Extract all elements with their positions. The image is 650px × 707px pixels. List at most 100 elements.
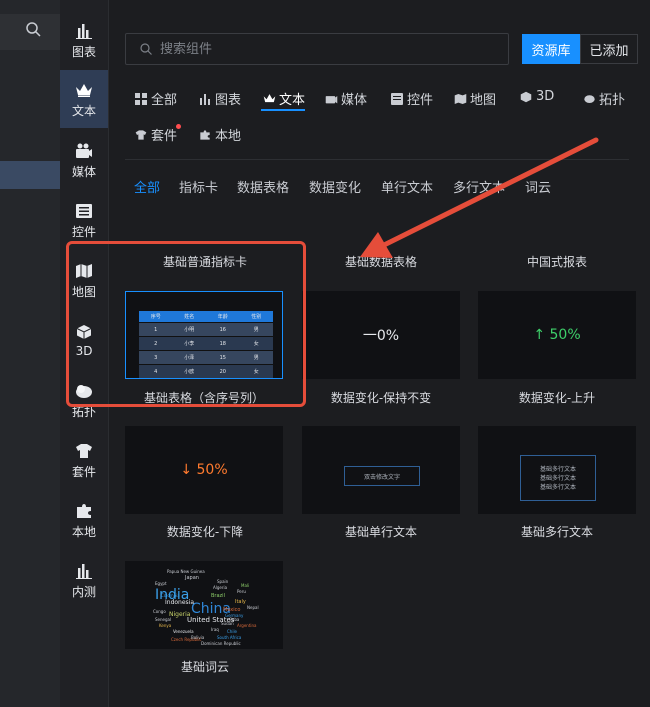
mini-table-cell: 2 <box>139 336 173 351</box>
map-icon <box>453 92 467 106</box>
rail-item-3d[interactable]: 3D <box>60 315 108 365</box>
mini-table: 序号 姓名 年龄 性别 1 小明 16 男 2 小李 18 女 3 小泽 15 <box>139 311 273 378</box>
map-icon <box>75 261 93 281</box>
rail-label: 地图 <box>71 284 96 299</box>
card-label[interactable]: 中国式报表 <box>477 253 637 270</box>
rail-label: 3D <box>75 344 93 358</box>
tab-media[interactable]: 媒体 <box>324 89 367 108</box>
wordcloud-word: Peru <box>237 589 246 594</box>
mini-table-cell: 小泽 <box>172 350 206 365</box>
subtab-single-text[interactable]: 单行文本 <box>381 177 433 196</box>
stat-value: ↑ 50% <box>533 327 581 343</box>
mini-table-header: 序号 <box>139 311 173 323</box>
tab-label: 套件 <box>151 129 178 144</box>
rail-item-kit[interactable]: 套件 <box>60 435 108 485</box>
card-multi-text-thumbnail[interactable]: 基础多行文本 基础多行文本 基础多行文本 <box>478 426 636 514</box>
added-button[interactable]: 已添加 <box>580 34 638 64</box>
subtab-data-table[interactable]: 数据表格 <box>237 177 289 196</box>
bar-chart-icon <box>198 92 212 106</box>
rail-item-map[interactable]: 地图 <box>60 255 108 305</box>
tab-topology[interactable]: 拓扑 <box>582 89 625 108</box>
cube-icon <box>519 90 533 104</box>
rail-item-chart[interactable]: 图表 <box>60 15 108 65</box>
card-single-text-thumbnail[interactable]: 双击修改文字 <box>302 426 460 514</box>
library-button[interactable]: 资源库 <box>522 34 580 64</box>
crown-icon <box>262 92 276 106</box>
mini-table-header: 性别 <box>239 311 273 323</box>
tab-label: 3D <box>536 89 555 104</box>
card-label[interactable]: 基础单行文本 <box>301 523 461 540</box>
rail-item-media[interactable]: 媒体 <box>60 135 108 185</box>
card-label[interactable]: 基础普通指标卡 <box>125 253 285 270</box>
tab-label: 全部 <box>151 93 178 108</box>
left-pane-selected-row[interactable] <box>0 161 60 189</box>
stat-value: 一0% <box>362 328 400 344</box>
divider <box>125 159 629 160</box>
rail-item-beta[interactable]: 内测 <box>60 555 108 605</box>
tab-label: 图表 <box>215 93 242 108</box>
card-label[interactable]: 基础词云 <box>125 658 285 675</box>
rail-label: 内测 <box>71 584 96 599</box>
rail-item-control[interactable]: 控件 <box>60 195 108 245</box>
mini-table-cell: 女 <box>239 364 273 378</box>
rail-item-local[interactable]: 本地 <box>60 495 108 545</box>
grid-icon <box>134 92 148 106</box>
tab-local[interactable]: 本地 <box>198 125 241 144</box>
mini-table-cell: 3 <box>139 350 173 365</box>
subtab-wordcloud[interactable]: 词云 <box>525 177 551 196</box>
card-no-change-thumbnail[interactable]: 一0% <box>302 291 460 379</box>
crown-icon <box>75 80 93 100</box>
component-panel: 资源库 已添加 全部 图表 文本 媒体 控件 地图 3D 拓扑 套件 本地 <box>109 0 650 707</box>
tab-label: 拓扑 <box>599 93 626 108</box>
search-input[interactable] <box>158 40 462 58</box>
subtab-indicator-card[interactable]: 指标卡 <box>179 177 218 196</box>
multi-text-line: 基础多行文本 <box>539 483 576 491</box>
card-label[interactable]: 数据变化-下降 <box>125 523 285 540</box>
wordcloud-word: Brazil <box>211 593 225 599</box>
wordcloud-word: Argentina <box>237 623 257 628</box>
rail-item-topology[interactable]: 拓扑 <box>60 375 108 425</box>
mini-table-cell: 20 <box>206 364 240 378</box>
wordcloud-word: Bolivia <box>191 635 205 640</box>
wordcloud-word: Senegal <box>155 617 172 622</box>
puzzle-icon <box>75 501 93 521</box>
mini-table-cell: 小明 <box>172 322 206 337</box>
search-box[interactable] <box>125 33 509 65</box>
tab-label: 本地 <box>215 129 242 144</box>
bar-chart-icon <box>75 21 93 41</box>
subtab-multi-text[interactable]: 多行文本 <box>453 177 505 196</box>
wordcloud-word: Venezuela <box>173 629 194 634</box>
wordcloud-word: South Africa <box>217 635 242 640</box>
rail-item-text[interactable]: 文本 <box>60 70 108 128</box>
card-label[interactable]: 数据变化-保持不变 <box>301 389 461 406</box>
tab-3d[interactable]: 3D <box>519 89 554 104</box>
multi-text-line: 基础多行文本 <box>539 474 576 482</box>
mini-table-cell: 4 <box>139 364 173 378</box>
tab-chart[interactable]: 图表 <box>198 89 241 108</box>
subtab-all[interactable]: 全部 <box>134 177 160 196</box>
tab-kit[interactable]: 套件 <box>134 125 177 144</box>
wordcloud-word: Congo <box>153 609 166 614</box>
card-rise-thumbnail[interactable]: ↑ 50% <box>478 291 636 379</box>
search-icon[interactable] <box>26 22 41 41</box>
card-label[interactable]: 基础多行文本 <box>477 523 637 540</box>
mini-table-cell: 小欧 <box>172 364 206 378</box>
card-basic-table-thumbnail[interactable]: 序号 姓名 年龄 性别 1 小明 16 男 2 小李 18 女 3 小泽 15 <box>125 291 283 379</box>
card-wordcloud-thumbnail[interactable]: India China United States Indonesia Nige… <box>125 561 283 649</box>
wordcloud-word: Algeria <box>213 585 228 590</box>
card-fall-thumbnail[interactable]: ↓ 50% <box>125 426 283 514</box>
media-icon <box>75 141 93 161</box>
tab-all[interactable]: 全部 <box>134 89 177 108</box>
card-label[interactable]: 基础数据表格 <box>301 253 461 270</box>
tab-map[interactable]: 地图 <box>453 89 496 108</box>
subtab-data-change[interactable]: 数据变化 <box>309 177 361 196</box>
tab-text[interactable]: 文本 <box>262 89 305 108</box>
card-label[interactable]: 数据变化-上升 <box>477 389 637 406</box>
tab-label: 文本 <box>279 93 306 108</box>
rail-label: 媒体 <box>71 164 96 179</box>
card-label[interactable]: 基础表格（含序号列） <box>124 389 284 406</box>
tab-control[interactable]: 控件 <box>390 89 433 108</box>
mini-table-cell: 女 <box>239 336 273 351</box>
list-icon <box>75 201 93 221</box>
rail-label: 套件 <box>71 464 96 479</box>
